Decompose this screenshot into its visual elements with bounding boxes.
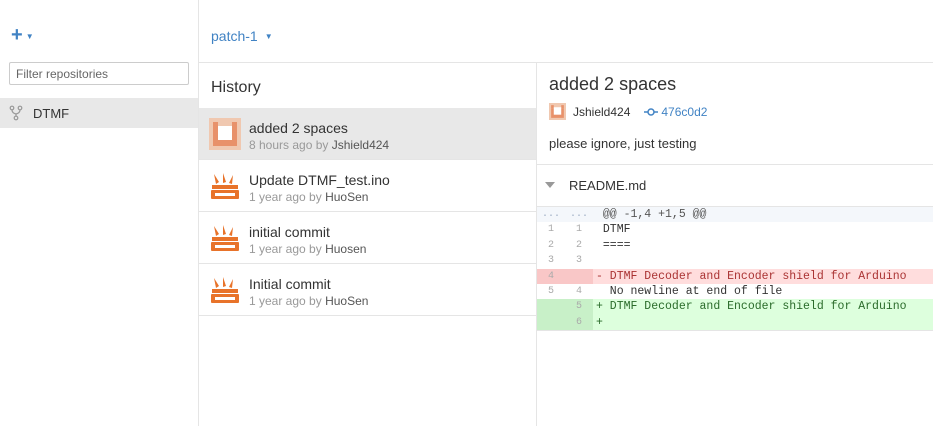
commit-detail-author: Jshield424	[573, 104, 631, 119]
commit-item[interactable]: Update DTMF_test.ino 1 year ago by HuoSe…	[199, 160, 536, 212]
diff-row: 11 DTMF	[547, 223, 631, 237]
add-repository-button[interactable]: + ▼	[11, 24, 34, 46]
identicon-avatar	[209, 118, 241, 150]
commit-detail-title: added 2 spaces	[549, 74, 677, 94]
commit-item[interactable]: added 2 spaces 8 hours ago by Jshield424	[199, 108, 536, 160]
seeed-avatar	[209, 274, 241, 306]
commit-sha-link[interactable]: 476c0d2	[661, 105, 707, 119]
diff-row-deleted: 4- DTMF Decoder and Encoder shield for A…	[537, 268, 933, 284]
branch-name: patch-1	[211, 28, 258, 44]
filter-repositories-input[interactable]	[9, 62, 189, 85]
seeed-avatar	[209, 222, 241, 254]
collapse-triangle-icon[interactable]	[545, 182, 555, 188]
commit-item[interactable]: initial commit 1 year ago by Huosen	[199, 212, 536, 264]
file-header[interactable]: README.md	[537, 165, 933, 205]
commit-meta: 1 year ago by HuoSen	[249, 294, 369, 308]
commit-meta: 1 year ago by HuoSen	[249, 190, 369, 204]
diff-row: 33	[547, 255, 582, 267]
repository-sidebar: + ▼ DTMF	[0, 0, 199, 426]
commit-title: initial commit	[249, 224, 330, 240]
file-name: README.md	[569, 177, 647, 193]
commit-author: HuoSen	[325, 190, 369, 204]
commit-icon	[644, 107, 659, 116]
caret-down-icon: ▼	[264, 31, 273, 41]
plus-icon: +	[11, 24, 23, 46]
commit-message: please ignore, just testing	[549, 136, 697, 151]
diff-row-added: 5 + DTMF Decoder and Encoder shield for A…	[537, 299, 933, 315]
commit-author: Huosen	[325, 242, 367, 256]
repo-name: DTMF	[33, 105, 70, 121]
seeed-avatar	[209, 170, 241, 202]
commit-author: HuoSen	[325, 294, 369, 308]
diff-row-added: 6 +	[537, 314, 933, 331]
diff-row: 54 No newline at end of file	[547, 284, 783, 298]
commit-title: Initial commit	[249, 276, 331, 292]
repo-item-dtmf[interactable]: DTMF	[0, 98, 198, 128]
caret-down-icon: ▼	[25, 31, 34, 41]
commit-detail-panel: added 2 spaces Jshield424 476c0d2 please…	[537, 63, 933, 426]
commit-meta: 8 hours ago by Jshield424	[249, 138, 390, 152]
commit-author: Jshield424	[331, 138, 390, 152]
history-title: History	[211, 79, 261, 96]
diff-view: ...... @@ -1,4 +1,5 @@ 11 DTMF 22 ==== 3…	[537, 206, 933, 332]
diff-row: ...... @@ -1,4 +1,5 @@	[537, 207, 933, 223]
commit-title: Update DTMF_test.ino	[249, 172, 390, 188]
history-panel: History added 2 spaces 8 hours ago by Js…	[199, 63, 537, 426]
commit-item[interactable]: Initial commit 1 year ago by HuoSen	[199, 264, 536, 316]
identicon-avatar	[549, 103, 566, 120]
repo-fork-icon	[9, 105, 23, 121]
commit-meta: 1 year ago by Huosen	[249, 242, 367, 256]
diff-row: 22 ====	[547, 238, 631, 252]
commit-detail-meta: Jshield424 476c0d2	[549, 103, 707, 120]
branch-selector[interactable]: patch-1 ▼	[211, 28, 273, 44]
commit-title: added 2 spaces	[249, 120, 348, 136]
